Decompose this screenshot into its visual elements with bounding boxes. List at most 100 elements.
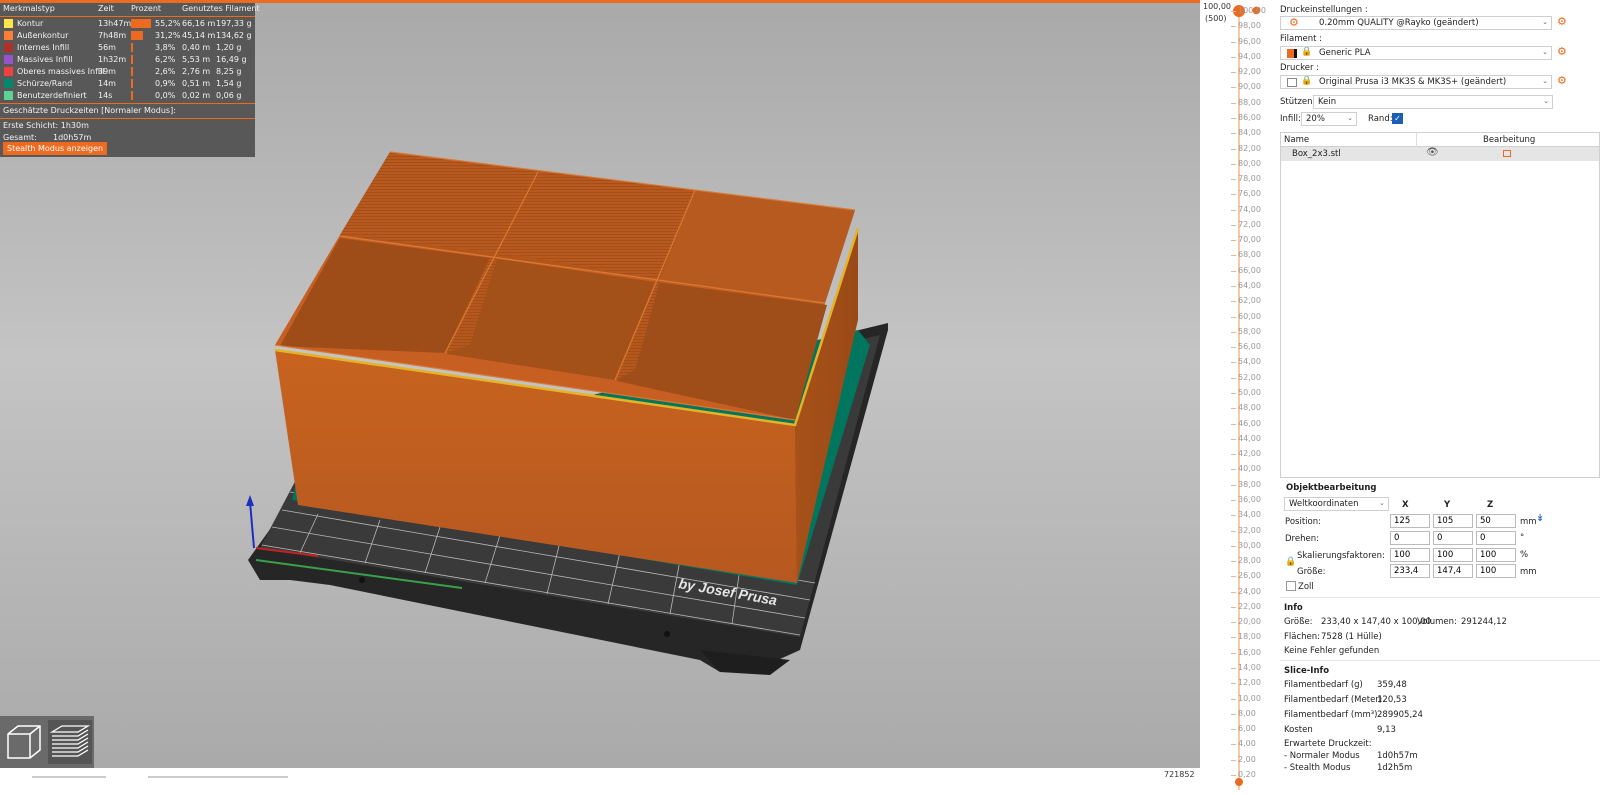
slider-tick-label: 22,00 [1238, 601, 1261, 611]
inch-label: Zoll [1298, 582, 1314, 592]
slider-tick-mark [1231, 316, 1236, 318]
size-y-input[interactable] [1433, 564, 1473, 578]
legend-row: Außenkontur 7h48m 31,2% 45,14 m 134,62 g [0, 30, 255, 42]
slider-tick-mark [1231, 683, 1236, 685]
show-stealth-mode-button[interactable]: Stealth Modus anzeigen [3, 142, 108, 155]
filament-combo[interactable]: 🔒 Generic PLA ⌄ [1280, 46, 1552, 60]
position-z-input[interactable] [1476, 514, 1516, 528]
supports-combo[interactable]: Kein ⌄ [1313, 95, 1553, 109]
column-edit: Bearbeitung [1483, 135, 1536, 145]
supports-label: Stützen: [1280, 97, 1316, 107]
print-settings-value: 0.20mm QUALITY @Rayko (geändert) [1319, 18, 1479, 28]
stealth-mode-value: 1d2h5m [1377, 763, 1413, 773]
chevron-down-icon: ⌄ [1347, 114, 1353, 122]
slider-tick-mark [1231, 438, 1236, 440]
gear-icon[interactable]: ⚙ [1557, 15, 1567, 28]
infill-label: Infill: [1280, 114, 1301, 124]
infill-combo[interactable]: 20% ⌄ [1301, 112, 1357, 126]
position-y-input[interactable] [1433, 514, 1473, 528]
legend-time: 13h47m [98, 19, 132, 28]
slider-tick-mark [1231, 637, 1236, 639]
legend-percent-bar [131, 67, 133, 76]
legend-rows: Kontur 13h47m 55,2% 66,16 m 197,33 g Außenkon… [0, 18, 255, 102]
slider-tick-label: 52,00 [1238, 372, 1261, 382]
print-settings-combo[interactable]: ⚙ 0.20mm QUALITY @Rayko (geändert) ⌄ [1280, 16, 1552, 30]
slider-tick-label: 92,00 [1238, 67, 1261, 77]
scale-y-input[interactable] [1433, 548, 1473, 562]
settings-panel: Druckeinstellungen : ⚙ 0.20mm QUALITY @R… [1278, 0, 1600, 795]
column-name: Name [1284, 135, 1310, 145]
printer-combo[interactable]: 🔒 Original Prusa i3 MK3S & MK3S+ (geände… [1280, 75, 1552, 89]
legend-row: Schürze/Rand 14m 0,9% 0,51 m 1,54 g [0, 78, 255, 90]
slider-tick-label: 0,20 [1238, 770, 1256, 779]
object-name: Box_2x3.stl [1292, 149, 1341, 159]
cube-3d-icon[interactable] [2, 720, 46, 764]
stealth-mode-label: - Stealth Modus [1284, 763, 1351, 773]
slider-tick-label: 38,00 [1238, 479, 1261, 489]
coordinate-system-value: Weltkoordinaten [1289, 499, 1359, 509]
drop-to-bed-icon[interactable]: ↡ [1536, 513, 1544, 524]
slider-lower-thumb[interactable] [1235, 778, 1243, 786]
gear-icon[interactable]: ⚙ [1557, 45, 1567, 58]
slice-info-value: 9,13 [1377, 725, 1396, 735]
gear-icon[interactable]: ⚙ [1557, 74, 1567, 87]
slider-tick-mark [1231, 408, 1236, 410]
legend-row: Internes Infill 56m 3,8% 0,40 m 1,20 g [0, 42, 255, 54]
edit-settings-icon[interactable] [1503, 150, 1511, 157]
first-layer-label: Erste Schicht: [3, 121, 59, 130]
horizontal-slider-track-right[interactable] [148, 776, 288, 778]
scale-z-input[interactable] [1476, 548, 1516, 562]
lock-icon[interactable]: 🔒 [1285, 557, 1296, 567]
slider-tick-label: 36,00 [1238, 494, 1261, 504]
legend-meters: 0,02 m [182, 91, 211, 100]
legend-swatch [4, 79, 13, 88]
slider-tick-label: 84,00 [1238, 128, 1261, 138]
inch-checkbox[interactable] [1286, 581, 1296, 591]
slice-info-label: Filamentbedarf (Meter) [1284, 695, 1383, 705]
rotate-y-input[interactable] [1433, 531, 1473, 545]
slider-tick-label: 62,00 [1238, 296, 1261, 306]
position-x-input[interactable] [1390, 514, 1430, 528]
slider-tick-label: 6,00 [1238, 724, 1256, 734]
slider-tick-label: 90,00 [1238, 82, 1261, 92]
slider-tick-mark [1231, 362, 1236, 364]
object-row[interactable]: Box_2x3.stl 👁 [1281, 147, 1599, 161]
legend-grams: 0,06 g [216, 91, 242, 100]
slider-rail[interactable] [1238, 6, 1240, 790]
slider-tick-label: 66,00 [1238, 265, 1261, 275]
legend-time: 7h48m [98, 31, 127, 40]
total-label: Gesamt: [3, 133, 37, 142]
legend-grams: 197,33 g [216, 19, 252, 28]
rotate-z-input[interactable] [1476, 531, 1516, 545]
layers-view-icon[interactable] [48, 720, 92, 764]
legend-percent-bar [131, 19, 152, 28]
bottom-scrollbar-area [0, 768, 1200, 795]
legend-percent: 6,2% [155, 55, 176, 64]
slider-tick-label: 12,00 [1238, 678, 1261, 688]
horizontal-slider-track-left[interactable] [32, 776, 106, 778]
coordinate-system-combo[interactable]: Weltkoordinaten ⌄ [1284, 497, 1389, 511]
rotate-x-input[interactable] [1390, 531, 1430, 545]
legend-grams: 16,49 g [216, 55, 247, 64]
layer-slider[interactable]: 100,00 (500) ● 100,00 98,00 96,00 94,00 92,0… [1200, 0, 1278, 795]
slider-tick-label: 78,00 [1238, 174, 1261, 184]
printer-value: Original Prusa i3 MK3S & MK3S+ (geändert… [1319, 77, 1507, 87]
header-percent: Prozent [131, 4, 162, 13]
legend-type: Schürze/Rand [17, 79, 73, 88]
slider-tick-mark [1231, 484, 1236, 486]
eye-icon[interactable]: 👁 [1426, 147, 1439, 158]
legend-time: 39m [98, 67, 116, 76]
object-list[interactable]: Name Bearbeitung Box_2x3.stl 👁 [1280, 132, 1600, 478]
slider-tick-mark [1231, 347, 1236, 349]
slider-tick-mark [1231, 622, 1236, 624]
size-z-input[interactable] [1476, 564, 1516, 578]
infill-value: 20% [1306, 114, 1325, 124]
legend-row: Kontur 13h47m 55,2% 66,16 m 197,33 g [0, 18, 255, 30]
slider-tick-mark [1231, 775, 1236, 776]
slider-tick-label: 46,00 [1238, 418, 1261, 428]
brim-checkbox[interactable]: ✓ [1392, 113, 1403, 124]
size-x-input[interactable] [1390, 564, 1430, 578]
slider-tick-mark [1231, 56, 1236, 58]
scale-x-input[interactable] [1390, 548, 1430, 562]
slider-tick-label: 60,00 [1238, 311, 1261, 321]
